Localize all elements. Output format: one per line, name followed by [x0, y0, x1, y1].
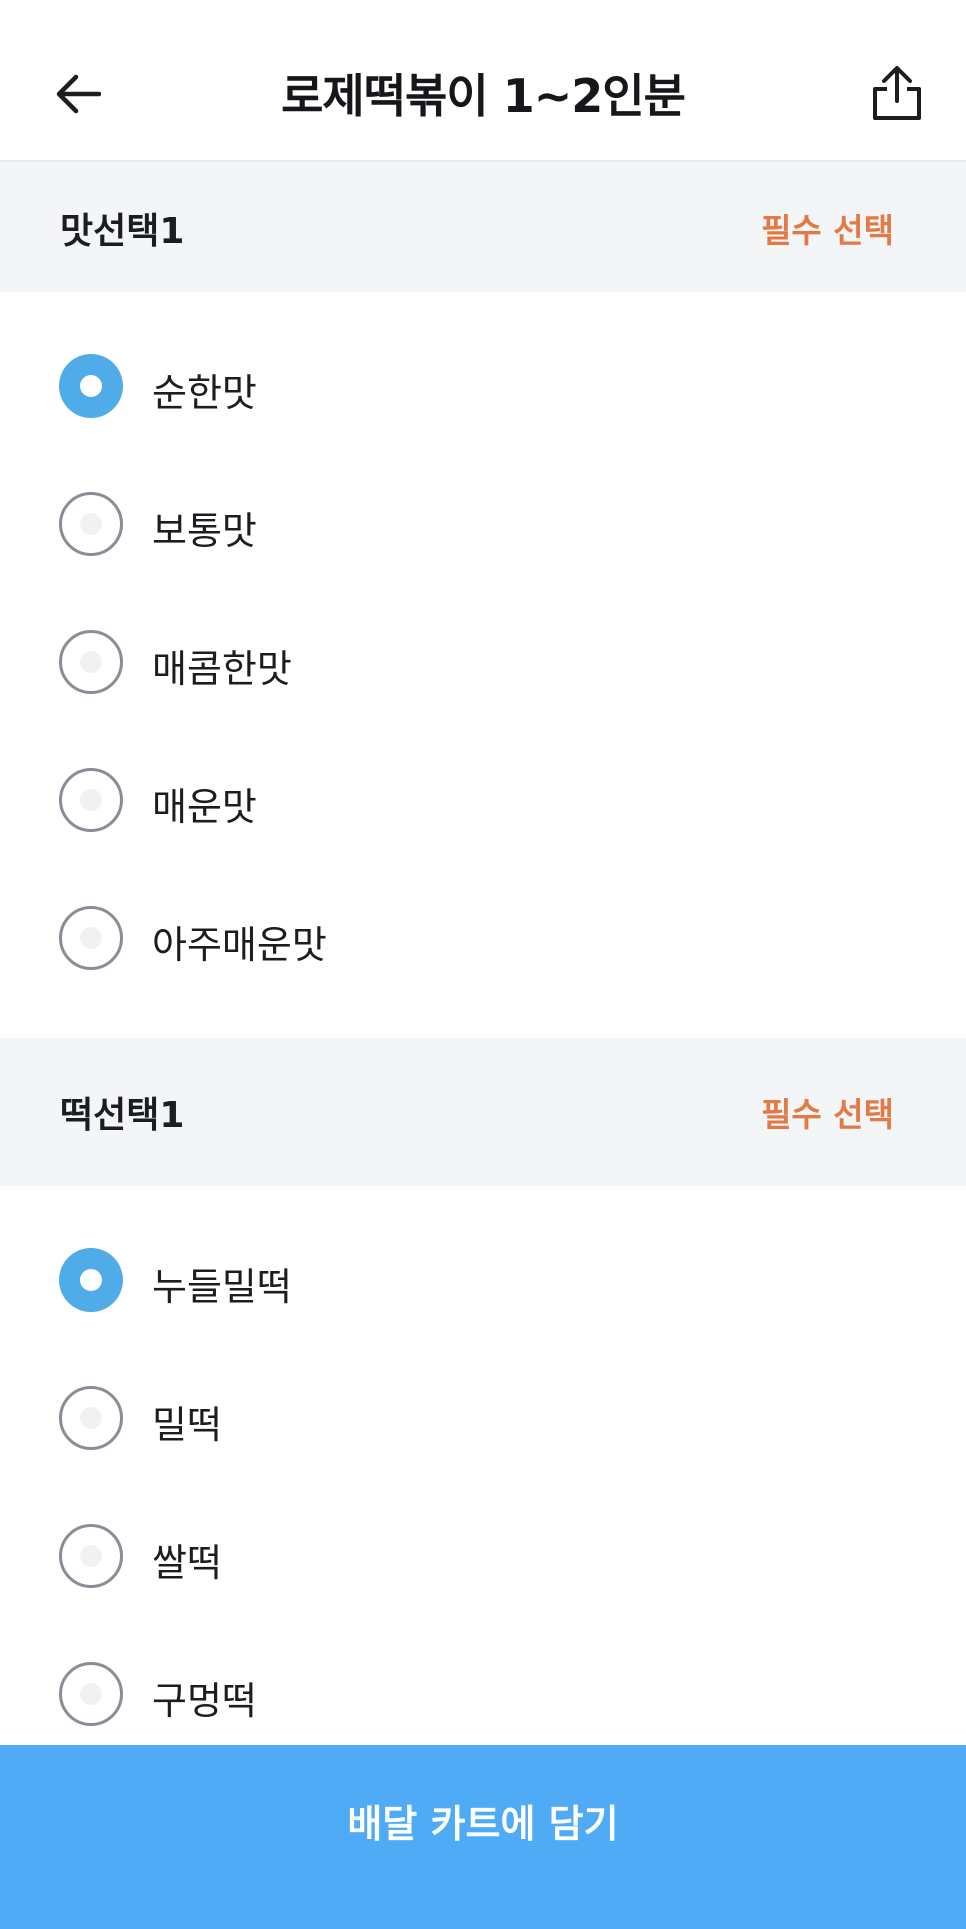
option-spicy[interactable]: 매운맛: [0, 750, 966, 850]
section-title: 맛선택1: [60, 211, 185, 252]
option-label: 매콤한맛: [152, 647, 292, 691]
page-title: 로제떡볶이 1~2인분: [281, 69, 686, 123]
option-label: 누들밀떡: [152, 1265, 292, 1309]
option-label: 구멍떡: [152, 1679, 257, 1723]
radio-unselected-icon[interactable]: [59, 1386, 123, 1450]
option-label: 보통맛: [152, 509, 257, 553]
option-rice-cake[interactable]: 쌀떡: [0, 1506, 966, 1606]
top-bar: 로제떡볶이 1~2인분: [0, 0, 966, 162]
option-label: 순한맛: [152, 371, 257, 415]
option-hole-cake[interactable]: 구멍떡: [0, 1644, 966, 1744]
radio-unselected-icon[interactable]: [59, 492, 123, 556]
option-label: 쌀떡: [152, 1541, 222, 1585]
option-mild[interactable]: 순한맛: [0, 336, 966, 436]
radio-selected-icon[interactable]: [59, 1248, 123, 1312]
radio-unselected-icon[interactable]: [59, 768, 123, 832]
option-noodle-wheat-cake[interactable]: 누들밀떡: [0, 1230, 966, 1330]
option-regular[interactable]: 보통맛: [0, 474, 966, 574]
section-header-rice-cake: 떡선택1 필수 선택: [0, 1038, 966, 1186]
radio-unselected-icon[interactable]: [59, 906, 123, 970]
option-medium-spicy[interactable]: 매콤한맛: [0, 612, 966, 712]
share-icon: [873, 66, 921, 120]
option-wheat-cake[interactable]: 밀떡: [0, 1368, 966, 1468]
share-button[interactable]: [866, 62, 928, 124]
required-badge: 필수 선택: [761, 1095, 894, 1134]
required-badge: 필수 선택: [761, 211, 894, 250]
section-title: 떡선택1: [60, 1095, 185, 1136]
radio-selected-icon[interactable]: [59, 354, 123, 418]
radio-unselected-icon[interactable]: [59, 630, 123, 694]
option-very-spicy[interactable]: 아주매운맛: [0, 888, 966, 988]
radio-unselected-icon[interactable]: [59, 1662, 123, 1726]
option-label: 아주매운맛: [152, 923, 327, 967]
add-to-cart-label: 배달 카트에 담기: [347, 1802, 619, 1846]
option-label: 밀떡: [152, 1403, 222, 1447]
radio-unselected-icon[interactable]: [59, 1524, 123, 1588]
option-label: 매운맛: [152, 785, 257, 829]
section-header-taste: 맛선택1 필수 선택: [0, 162, 966, 292]
add-to-cart-button[interactable]: 배달 카트에 담기: [0, 1745, 966, 1929]
